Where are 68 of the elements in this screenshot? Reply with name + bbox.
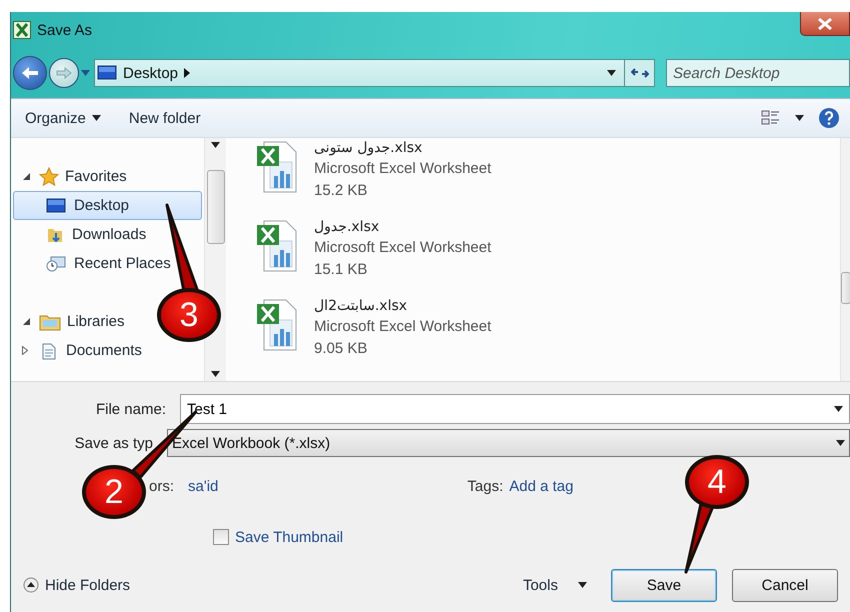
forward-button[interactable] [49, 58, 79, 88]
chevron-icon [184, 68, 190, 78]
file-size: 9.05 KB [314, 339, 368, 359]
refresh-arrows-icon [630, 66, 648, 80]
file-name-label: File name: [94, 400, 166, 418]
refresh-button[interactable] [625, 59, 655, 87]
window-title: Save As [37, 22, 92, 38]
file-name[interactable]: سابتت2ال.xlsx [314, 297, 412, 315]
close-icon [817, 18, 833, 30]
expanded-arrow-icon[interactable] [23, 318, 30, 325]
scroll-thumb[interactable] [840, 272, 850, 304]
authors-label: ors: [148, 478, 174, 494]
authors-link[interactable]: sa'id [188, 478, 218, 494]
help-icon[interactable] [818, 107, 840, 129]
sidebar-item[interactable]: Downloads [13, 220, 154, 249]
save-thumbnail-label[interactable]: Save Thumbnail [235, 528, 344, 546]
file-list-scrollbar[interactable] [840, 138, 850, 381]
spreadsheet-app-icon [13, 21, 31, 39]
collapse-icon [23, 577, 39, 593]
scroll-up-icon [211, 142, 220, 148]
sidebar-item[interactable]: Documents [13, 336, 149, 365]
add-tag-link[interactable]: Add a tag [509, 478, 574, 494]
file-type: Microsoft Excel Worksheet [314, 238, 492, 258]
arrow-right-icon [56, 67, 72, 79]
search-field[interactable]: Search Desktop [666, 59, 850, 87]
checkbox[interactable] [213, 529, 229, 545]
file-type: Microsoft Excel Worksheet [314, 159, 492, 179]
view-caret-icon [795, 115, 804, 121]
close-button[interactable] [800, 12, 850, 36]
arrow-left-icon [21, 66, 39, 80]
document-icon [40, 342, 58, 360]
tags-label: Tags: [467, 478, 504, 494]
file-name-field[interactable]: Test 1 [180, 394, 850, 424]
scroll-down-icon [211, 371, 220, 377]
save-as-type-label: Save as typ [74, 434, 153, 452]
file-size: 15.1 KB [314, 260, 368, 280]
scroll-thumb[interactable] [206, 170, 224, 244]
clock-monitor-icon [46, 254, 66, 272]
organize-button[interactable]: Organize [25, 110, 101, 126]
address-text: Desktop [123, 64, 178, 82]
file-name[interactable]: جدول ستونی.xlsx [314, 139, 426, 157]
view-options-icon[interactable] [761, 109, 781, 127]
new-folder-button[interactable]: New folder [128, 110, 201, 126]
caret-icon [92, 115, 101, 121]
back-button[interactable] [13, 56, 47, 90]
dropdown-caret-icon [836, 440, 845, 446]
address-bar[interactable]: Desktop [94, 59, 625, 87]
save-button[interactable]: Save [611, 568, 717, 602]
tools-button[interactable]: Tools [522, 576, 587, 594]
file-type: Microsoft Excel Worksheet [314, 317, 492, 337]
file-name[interactable]: جدول.xlsx [314, 218, 384, 236]
star-icon [39, 166, 59, 186]
dropdown-caret-icon [607, 70, 616, 76]
expanded-arrow-icon[interactable] [23, 173, 30, 180]
sidebar-group[interactable]: Favorites [65, 168, 127, 185]
collapsed-arrow-icon[interactable] [22, 346, 28, 355]
monitor-icon [46, 198, 66, 214]
history-caret-icon [81, 70, 90, 76]
sidebar-item[interactable]: Desktop [13, 191, 202, 220]
cancel-button[interactable]: Cancel [732, 568, 838, 602]
sidebar-item[interactable]: Recent Places [13, 249, 178, 278]
save-as-type-dropdown[interactable]: Excel Workbook (*.xlsx) [167, 429, 850, 457]
file-size: 15.2 KB [314, 181, 368, 201]
library-folder-icon [39, 312, 61, 330]
sidebar-group[interactable]: Libraries [67, 313, 125, 330]
monitor-icon [97, 65, 117, 81]
hide-folders-button[interactable]: Hide Folders [23, 576, 130, 594]
caret-icon [578, 582, 587, 588]
